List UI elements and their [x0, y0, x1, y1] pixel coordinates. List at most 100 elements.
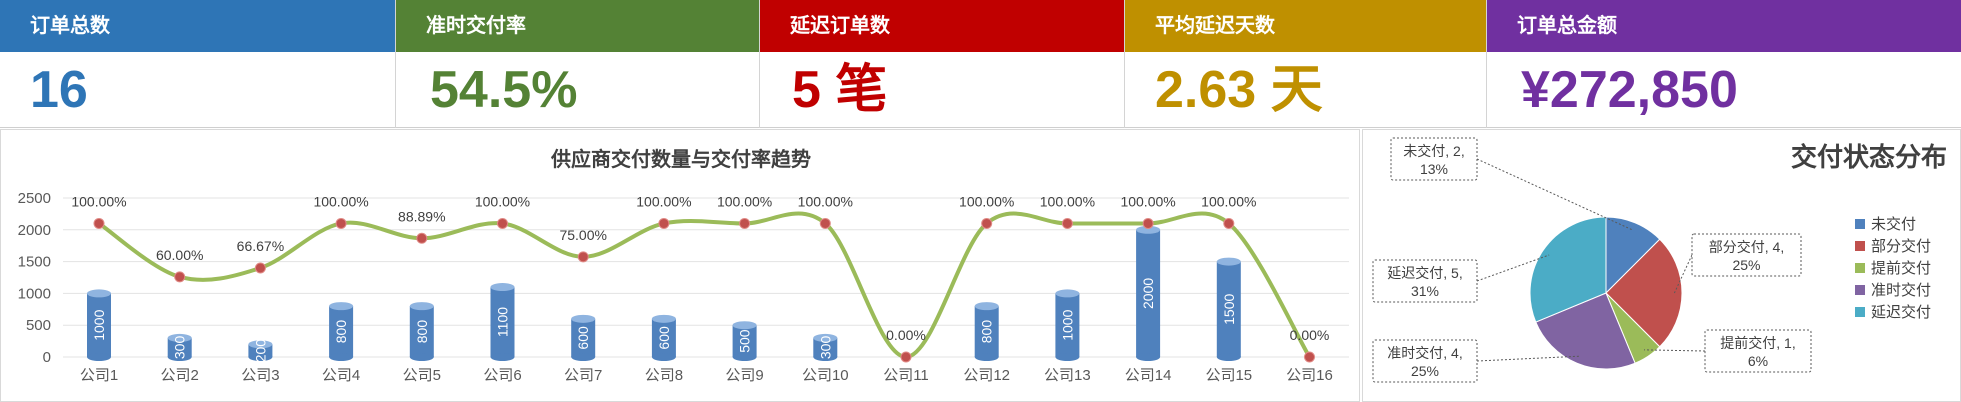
bar-base [1136, 353, 1161, 361]
rate-data-label: 100.00% [798, 193, 853, 209]
rate-point [981, 217, 993, 229]
rate-data-label: 100.00% [1120, 193, 1175, 209]
rate-point [1223, 217, 1235, 229]
bar-top [651, 314, 676, 323]
rate-data-label: 100.00% [717, 193, 772, 209]
x-tick-label: 公司6 [483, 367, 521, 384]
rate-data-label: 100.00% [959, 193, 1014, 209]
rate-point [416, 232, 428, 244]
y-tick-label: 0 [43, 349, 51, 366]
combo-chart: 供应商交付数量与交付率趋势 0 500 1000 1500 2000 2500 1000 3… [18, 147, 1349, 384]
bar: 1100 [490, 283, 515, 361]
bar-data-label: 1100 [495, 307, 511, 337]
legend-item: 准时交付 [1855, 281, 1931, 299]
leader-line [1476, 158, 1633, 231]
x-tick-label: 公司9 [725, 367, 763, 384]
bar-data-label: 300 [172, 336, 188, 360]
pie-callout: 未交付, 2, 13% [1390, 137, 1633, 231]
separator: , [1459, 265, 1463, 281]
pie-callout: 延迟交付, 5, 31% [1372, 254, 1550, 303]
kpi-strip: 订单总数 16 准时交付率 54.5% 延迟订单数 5 笔 平均延迟天数 2.6… [0, 0, 1961, 128]
x-tick-label: 公司10 [802, 367, 849, 384]
bar-top [732, 321, 757, 330]
separator: , [1776, 335, 1784, 351]
y-tick-label: 2500 [18, 190, 51, 207]
slice-percent: 31% [1411, 283, 1439, 299]
rate-data-label: 100.00% [1040, 193, 1095, 209]
legend-swatch [1855, 307, 1865, 317]
slice-percent: 25% [1411, 363, 1439, 379]
slice-percent: 6% [1748, 353, 1768, 369]
rate-point [577, 251, 589, 263]
bar: 800 [329, 302, 354, 361]
pie-chart-panel: 交付状态分布 未交付, 2, 13% 部分交付, 4, 25% 提前交付, 1, 6% 准时… [1362, 129, 1961, 402]
legend-swatch [1855, 285, 1865, 295]
rate-point [1061, 217, 1073, 229]
bar-data-label: 200 [252, 339, 268, 363]
bar-base [87, 353, 111, 361]
kpi-label: 平均延迟天数 [1125, 0, 1486, 52]
legend-swatch [1855, 263, 1865, 273]
kpi-card-late-orders: 延迟订单数 5 笔 [760, 0, 1125, 128]
legend-label: 提前交付 [1871, 259, 1931, 277]
bar: 2000 [1136, 225, 1161, 361]
slice-name: 准时交付 [1387, 345, 1443, 361]
separator: , [1780, 239, 1784, 255]
bar: 500 [732, 321, 757, 361]
y-tick-label: 2000 [18, 222, 51, 239]
bar: 600 [571, 314, 596, 361]
rate-point [658, 217, 670, 229]
rate-data-label: 75.00% [559, 227, 606, 243]
slice-value: 2 [1453, 143, 1461, 159]
legend-swatch [1855, 241, 1865, 251]
callout-line-1: 未交付, 2, [1403, 143, 1464, 159]
kpi-value: 16 [0, 52, 395, 128]
rate-data-label: 100.00% [71, 193, 126, 209]
bar-top [1055, 289, 1080, 298]
bar-data-label: 1000 [91, 309, 107, 340]
x-tick-label: 公司3 [241, 367, 279, 384]
bar-data-label: 800 [333, 320, 349, 344]
y-tick-label: 1500 [18, 254, 51, 271]
slice-value: 5 [1451, 265, 1459, 281]
kpi-card-on-time-rate: 准时交付率 54.5% [396, 0, 760, 128]
legend-label: 延迟交付 [1871, 303, 1931, 321]
kpi-label: 延迟订单数 [760, 0, 1124, 52]
separator: , [1792, 335, 1796, 351]
bar: 300 [167, 333, 192, 361]
legend-item: 延迟交付 [1855, 303, 1931, 321]
bar-data-label: 800 [979, 320, 995, 344]
slice-value: 4 [1773, 239, 1781, 255]
x-tick-label: 公司5 [403, 367, 441, 384]
bar-base [571, 353, 596, 361]
callout-line-1: 延迟交付, 5, [1387, 265, 1462, 281]
rate-data-label: 100.00% [475, 193, 530, 209]
slice-name: 部分交付 [1709, 239, 1765, 255]
bar-data-label: 500 [737, 329, 753, 353]
bar: 1000 [1055, 289, 1080, 361]
rate-point [335, 217, 347, 229]
bar-base [974, 353, 999, 361]
pie-chart: 交付状态分布 未交付, 2,13%部分交付, 4,25%提前交付, 1,6%准时… [1372, 137, 1947, 383]
rate-point [1304, 351, 1315, 363]
separator: , [1445, 143, 1453, 159]
bar-top [1216, 257, 1241, 266]
pie-callout: 准时交付, 4,25% [1372, 339, 1580, 383]
kpi-label: 订单总数 [0, 0, 395, 52]
rate-data-label: 0.00% [1290, 327, 1330, 343]
bar-top [409, 302, 434, 311]
kpi-card-avg-delay-days: 平均延迟天数 2.63 天 [1125, 0, 1487, 128]
bar: 800 [409, 302, 434, 361]
bar-top [329, 302, 354, 311]
x-tick-label: 公司12 [963, 367, 1010, 384]
separator: , [1461, 143, 1465, 159]
separator: , [1765, 239, 1773, 255]
rate-point [819, 217, 831, 229]
rate-data-label: 0.00% [886, 327, 926, 343]
y-axis-ticks: 0 500 1000 1500 2000 2500 [18, 190, 51, 366]
bar-data-label: 600 [575, 326, 591, 350]
bar: 200 [248, 339, 273, 363]
separator: , [1459, 345, 1463, 361]
slice-name: 延迟交付 [1387, 265, 1443, 281]
pie-callout: 部分交付, 4, 25% [1673, 233, 1802, 294]
